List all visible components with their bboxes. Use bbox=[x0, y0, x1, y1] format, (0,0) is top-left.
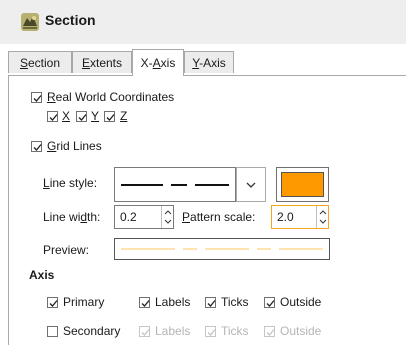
primary-outside-label: Outside bbox=[280, 295, 322, 309]
coord-z-checkbox[interactable] bbox=[104, 111, 115, 122]
window-title: Section bbox=[45, 12, 96, 28]
pattern-scale-spinner[interactable] bbox=[316, 206, 328, 228]
preview-label: Preview: bbox=[43, 243, 90, 257]
secondary-labels-checkbox[interactable] bbox=[139, 326, 150, 337]
pattern-scale-label: Pattern scale: bbox=[182, 210, 256, 224]
checkmark-icon bbox=[33, 95, 42, 102]
secondary-outside-label: Outside bbox=[280, 324, 322, 338]
line-width-input[interactable]: 0.2 bbox=[114, 205, 174, 229]
line-width-spinner[interactable] bbox=[161, 206, 173, 228]
title-bar: Section bbox=[0, 0, 406, 44]
axis-heading: Axis bbox=[29, 268, 55, 282]
tab-x-axis[interactable]: X-Axis bbox=[132, 49, 184, 76]
checkmark-icon bbox=[207, 300, 216, 307]
line-color-button[interactable] bbox=[276, 167, 329, 202]
checkmark-icon bbox=[266, 329, 275, 336]
tab-section[interactable]: Section bbox=[8, 51, 72, 73]
secondary-outside-checkbox[interactable] bbox=[264, 326, 275, 337]
tab-y-axis[interactable]: Y-Axis bbox=[184, 51, 234, 73]
checkmark-icon bbox=[78, 114, 87, 121]
line-style-select[interactable] bbox=[114, 167, 236, 202]
checkmark-icon bbox=[141, 329, 150, 336]
tab-extents[interactable]: Extents bbox=[72, 51, 132, 73]
section-app-icon bbox=[21, 13, 39, 31]
secondary-ticks-label: Ticks bbox=[221, 324, 249, 338]
color-swatch bbox=[281, 172, 324, 197]
secondary-labels-label: Labels bbox=[155, 324, 191, 338]
primary-ticks-label: Ticks bbox=[221, 295, 249, 309]
line-pattern-preview bbox=[121, 184, 229, 186]
checkmark-icon bbox=[49, 300, 58, 307]
coord-y-label: Y bbox=[91, 109, 100, 123]
grid-lines-label: Grid Lines bbox=[47, 139, 102, 153]
line-width-label: Line width: bbox=[43, 210, 101, 224]
coord-y-checkbox[interactable] bbox=[76, 111, 87, 122]
preview-box bbox=[114, 238, 330, 260]
real-world-label: Real World Coordinates bbox=[47, 90, 175, 104]
primary-label: Primary bbox=[63, 295, 105, 309]
secondary-label: Secondary bbox=[63, 324, 121, 338]
checkmark-icon bbox=[207, 329, 216, 336]
spinner-arrows-icon bbox=[319, 210, 327, 224]
chevron-down-icon bbox=[246, 182, 256, 188]
secondary-ticks-checkbox[interactable] bbox=[205, 326, 216, 337]
checkmark-icon bbox=[266, 300, 275, 307]
primary-ticks-checkbox[interactable] bbox=[205, 297, 216, 308]
spinner-arrows-icon bbox=[164, 210, 172, 224]
checkmark-icon bbox=[49, 114, 58, 121]
coord-z-label: Z bbox=[120, 109, 128, 123]
line-style-dropdown-button[interactable] bbox=[236, 167, 266, 202]
primary-labels-label: Labels bbox=[155, 295, 191, 309]
primary-outside-checkbox[interactable] bbox=[264, 297, 275, 308]
grid-lines-checkbox[interactable] bbox=[31, 141, 42, 152]
checkmark-icon bbox=[106, 114, 115, 121]
pattern-scale-input[interactable]: 2.0 bbox=[271, 205, 329, 229]
line-width-value: 0.2 bbox=[120, 210, 137, 224]
preview-line bbox=[121, 248, 323, 250]
checkmark-icon bbox=[33, 144, 42, 151]
secondary-checkbox[interactable] bbox=[47, 326, 58, 337]
checkmark-icon bbox=[141, 300, 150, 307]
primary-checkbox[interactable] bbox=[47, 297, 58, 308]
coord-x-checkbox[interactable] bbox=[47, 111, 58, 122]
coord-x-label: X bbox=[62, 109, 71, 123]
pattern-scale-value: 2.0 bbox=[277, 210, 294, 224]
line-style-label: Line style: bbox=[43, 176, 98, 190]
real-world-checkbox[interactable] bbox=[31, 92, 42, 103]
primary-labels-checkbox[interactable] bbox=[139, 297, 150, 308]
